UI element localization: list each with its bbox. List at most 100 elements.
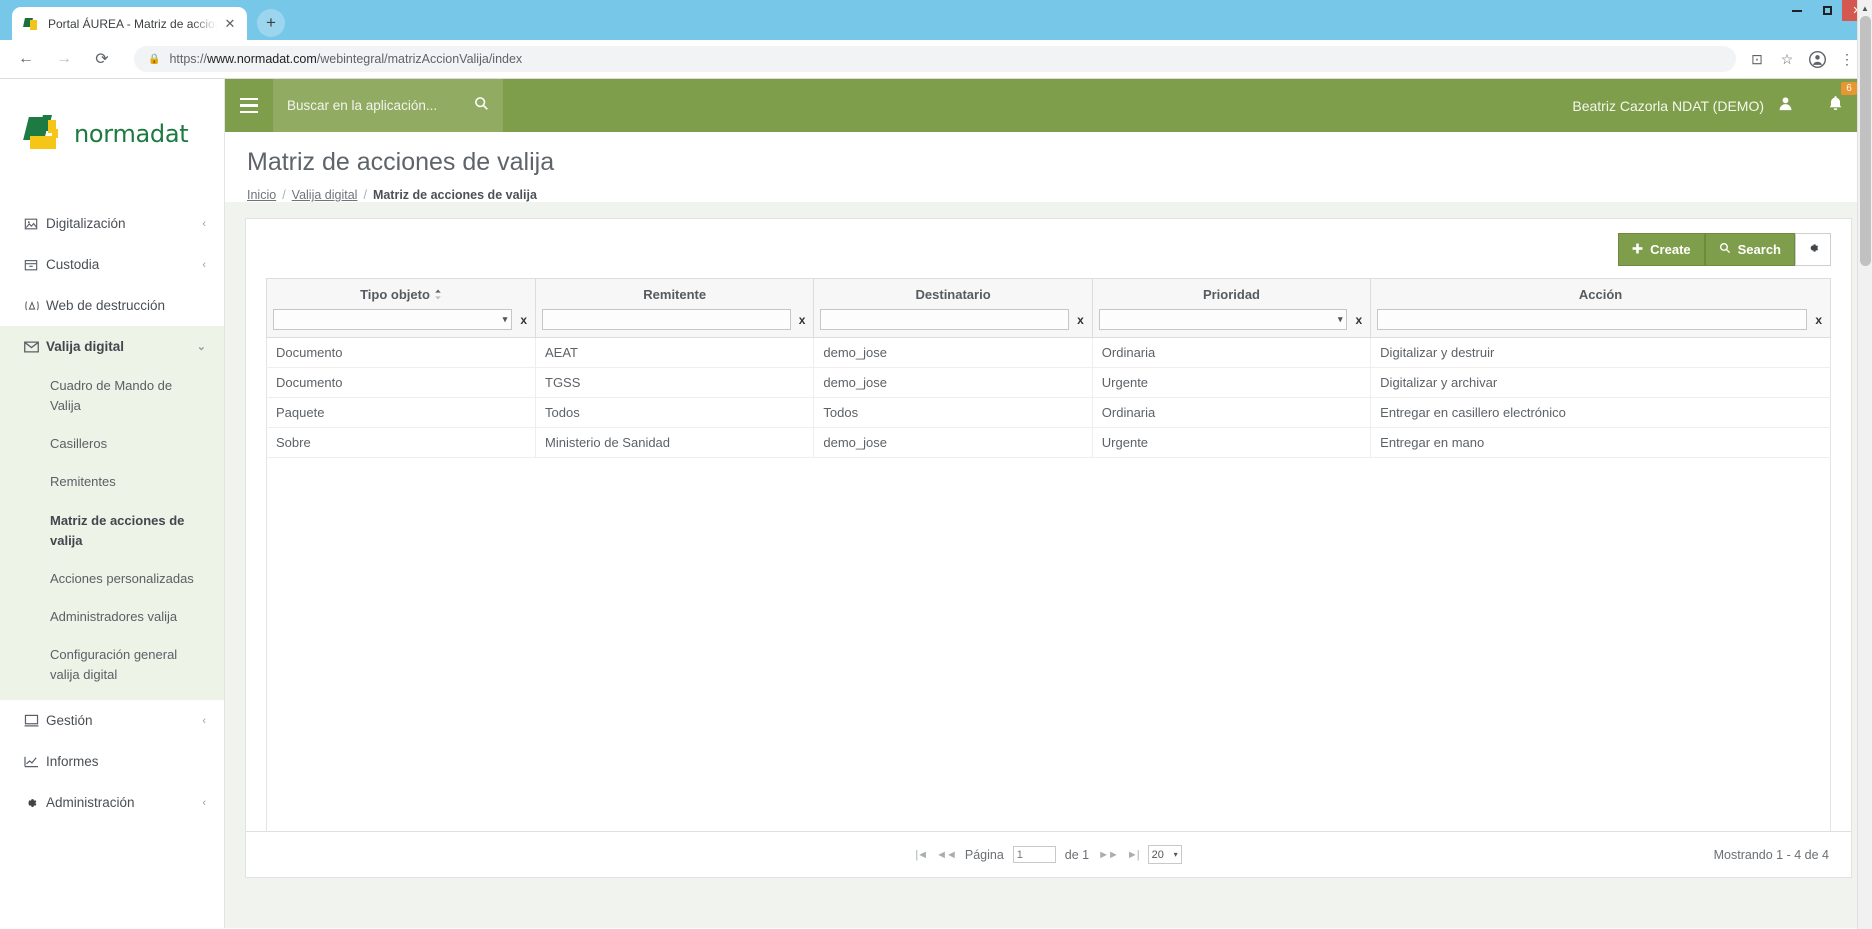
chevron-down-icon: ⌄: [196, 341, 206, 353]
bell-icon[interactable]: [1827, 95, 1844, 116]
profile-avatar-icon[interactable]: [1804, 46, 1830, 72]
column-header-prioridad[interactable]: Prioridad ▾ x: [1091, 278, 1372, 338]
filter-input-destinatario[interactable]: [820, 309, 1070, 330]
last-page-icon[interactable]: ►|: [1127, 849, 1140, 861]
clear-filter-icon[interactable]: x: [797, 313, 808, 327]
sidebar-item-matriz-de-acciones[interactable]: Matriz de acciones de valija: [0, 502, 224, 560]
cell-destinatario: Todos: [813, 397, 1093, 428]
reload-icon[interactable]: ⟳: [88, 45, 116, 73]
sidebar-item-gestion[interactable]: Gestión ‹: [0, 700, 224, 741]
table-row[interactable]: Documento TGSS demo_jose Urgente Digital…: [266, 367, 1831, 398]
sidebar-item-informes[interactable]: Informes: [0, 741, 224, 782]
column-header-destinatario[interactable]: Destinatario x: [813, 278, 1093, 338]
browser-titlebar: Portal ÁUREA - Matriz de acciones ✕ + ✕: [0, 0, 1872, 40]
grid-settings-button[interactable]: [1795, 233, 1831, 266]
column-header-label: Prioridad: [1202, 287, 1261, 302]
bookmark-star-icon[interactable]: ☆: [1774, 46, 1800, 72]
clear-filter-icon[interactable]: x: [1813, 313, 1824, 327]
sidebar-item-web-de-destruccion[interactable]: Web de destrucción: [0, 285, 224, 326]
table-empty-space: [266, 458, 1831, 831]
sidebar-item-casilleros[interactable]: Casilleros: [0, 425, 224, 463]
chevron-left-icon: ‹: [202, 796, 206, 809]
app-search[interactable]: [273, 79, 503, 132]
tab-close-icon[interactable]: ✕: [221, 15, 239, 33]
minimize-button[interactable]: [1782, 0, 1812, 21]
clear-filter-icon[interactable]: x: [1353, 313, 1364, 327]
breadcrumb-item-current: Matriz de acciones de valija: [372, 188, 537, 202]
column-header-accion[interactable]: Acción x: [1370, 278, 1831, 338]
column-header-remitente[interactable]: Remitente x: [534, 278, 815, 338]
filter-input-accion[interactable]: [1377, 309, 1808, 330]
chevron-down-icon: ▾: [502, 314, 508, 324]
page-scrollbar[interactable]: ▲: [1857, 0, 1872, 929]
normadat-logo-icon: [23, 115, 70, 153]
breadcrumb-item-inicio[interactable]: Inicio: [247, 188, 276, 202]
sidebar-item-acciones-personalizadas[interactable]: Acciones personalizadas: [0, 560, 224, 598]
clear-filter-icon[interactable]: x: [518, 313, 529, 327]
search-button[interactable]: Search: [1704, 233, 1795, 266]
sidebar-item-label: Digitalización: [46, 216, 126, 231]
favicon-icon: [23, 16, 39, 32]
sidebar-item-digitalizacion[interactable]: Digitalización ‹: [0, 203, 224, 244]
create-button[interactable]: Create: [1618, 233, 1705, 266]
sidebar-item-configuracion-general[interactable]: Configuración general valija digital: [0, 636, 224, 694]
back-icon[interactable]: ←: [12, 45, 40, 73]
envelope-icon: [24, 340, 46, 353]
breadcrumb-separator: /: [363, 188, 367, 202]
browser-tab[interactable]: Portal ÁUREA - Matriz de acciones ✕: [12, 7, 247, 40]
user-avatar-icon[interactable]: [1778, 96, 1793, 115]
sidebar-item-administracion[interactable]: Administración ‹: [0, 782, 224, 823]
search-icon[interactable]: [464, 96, 489, 115]
filter-select-tipo-objeto[interactable]: ▾: [273, 309, 513, 330]
app-root: normadat Digitalización ‹ Custodia ‹ Web…: [0, 79, 1872, 928]
sidebar-item-custodia[interactable]: Custodia ‹: [0, 244, 224, 285]
search-input[interactable]: [287, 98, 464, 113]
table-pager: |◄ ◄◄ Página de 1 ►► ►| 20 ▾ Mostrando 1…: [246, 831, 1851, 877]
column-filter-destinatario: x: [820, 309, 1085, 337]
sidebar-item-remitentes[interactable]: Remitentes: [0, 463, 224, 501]
scroll-up-icon[interactable]: ▲: [1858, 0, 1872, 16]
browser-chrome: Portal ÁUREA - Matriz de acciones ✕ + ✕ …: [0, 0, 1872, 79]
search-button-label: Search: [1737, 242, 1781, 257]
menu-icon[interactable]: [225, 79, 273, 132]
page-number-input[interactable]: [1012, 846, 1056, 863]
cell-destinatario: demo_jose: [813, 337, 1093, 368]
main-content: Beatriz Cazorla NDAT (DEMO) 6 Matriz de …: [225, 79, 1872, 928]
table-row[interactable]: Sobre Ministerio de Sanidad demo_jose Ur…: [266, 427, 1831, 458]
app-header: Beatriz Cazorla NDAT (DEMO) 6: [225, 79, 1872, 132]
create-button-label: Create: [1650, 242, 1691, 257]
brand-logo[interactable]: normadat: [0, 79, 224, 189]
new-tab-button[interactable]: +: [257, 9, 285, 37]
scrollbar-thumb[interactable]: [1860, 16, 1871, 266]
notification-badge: 6: [1841, 81, 1857, 95]
sidebar-item-label: Informes: [46, 754, 99, 770]
filter-select-prioridad[interactable]: ▾: [1098, 309, 1348, 330]
notifications[interactable]: 6: [1827, 81, 1857, 117]
maximize-button[interactable]: [1812, 0, 1842, 21]
forward-icon[interactable]: →: [50, 45, 78, 73]
first-page-icon[interactable]: |◄: [915, 849, 928, 861]
clear-filter-icon[interactable]: x: [1075, 313, 1086, 327]
sort-caret-icon[interactable]: [434, 289, 442, 300]
breadcrumb-item-valija-digital[interactable]: Valija digital: [292, 188, 358, 202]
filter-input-remitente[interactable]: [542, 309, 791, 330]
next-page-icon[interactable]: ►►: [1098, 849, 1119, 861]
breadcrumb-separator: /: [282, 188, 286, 202]
prev-page-icon[interactable]: ◄◄: [936, 849, 957, 861]
cell-tipo-objeto: Sobre: [266, 427, 536, 458]
table-row[interactable]: Documento AEAT demo_jose Ordinaria Digit…: [266, 337, 1831, 368]
column-filter-remitente: x: [542, 309, 807, 337]
sidebar-item-administradores-valija[interactable]: Administradores valija: [0, 598, 224, 636]
sidebar-item-valija-digital[interactable]: Valija digital ⌄: [0, 326, 224, 367]
column-header-tipo-objeto[interactable]: Tipo objeto ▾ x: [266, 278, 536, 338]
chart-line-icon: [24, 755, 46, 768]
translate-icon[interactable]: ⊡: [1744, 46, 1770, 72]
plus-icon: [1632, 242, 1643, 257]
column-header-label: Tipo objeto: [360, 287, 430, 302]
table-row[interactable]: Paquete Todos Todos Ordinaria Entregar e…: [266, 397, 1831, 428]
cell-accion: Entregar en mano: [1370, 427, 1831, 458]
address-bar[interactable]: 🔒 https://www.normadat.com/webintegral/m…: [134, 46, 1736, 72]
column-header-label: Acción: [1578, 287, 1623, 302]
sidebar-item-cuadro-de-mando[interactable]: Cuadro de Mando de Valija: [0, 367, 224, 425]
page-size-select[interactable]: 20 ▾: [1147, 845, 1182, 864]
